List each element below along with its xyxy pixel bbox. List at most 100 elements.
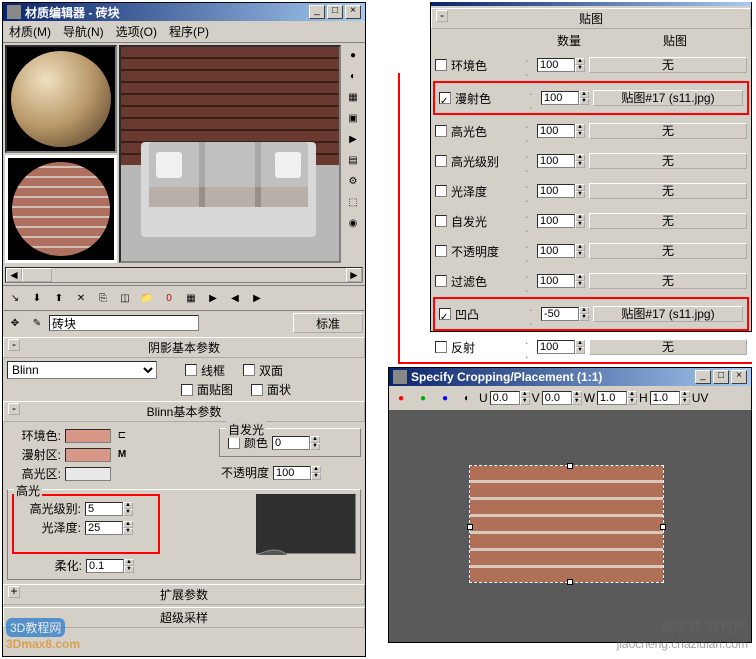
diffuse-map-button[interactable]: M [115,448,129,462]
map-column-header: 贴图 [603,32,747,49]
map-amount-spinner[interactable]: ▲▼ [537,244,585,258]
reset-icon[interactable]: ✕ [71,288,91,308]
glossiness-map-button[interactable] [137,521,151,535]
ambient-lock-icon[interactable]: ⊏ [115,429,129,443]
menu-nav[interactable]: 导航(N) [63,23,104,40]
soften-spinner[interactable]: ▲▼ [86,559,134,573]
map-amount-spinner[interactable]: ▲▼ [541,91,589,105]
map-amount-spinner[interactable]: ▲▼ [537,154,585,168]
opacity-map-button[interactable] [325,466,339,480]
go-parent-icon[interactable]: ◀ [225,288,245,308]
minimize-button[interactable]: _ [309,5,325,19]
blue-icon[interactable]: ● [435,388,455,408]
show-in-viewport-icon[interactable]: ▦ [181,288,201,308]
map-slot-button[interactable]: 无 [589,123,747,139]
map-amount-spinner[interactable]: ▲▼ [537,58,585,72]
diffuse-swatch[interactable] [65,448,111,462]
w-spinner[interactable]: ▲▼ [597,391,637,405]
get-material-icon[interactable]: ↘ [5,288,25,308]
h-spinner[interactable]: ▲▼ [650,391,690,405]
wireframe-checkbox[interactable] [185,364,197,376]
show-end-result-icon[interactable]: ▶ [203,288,223,308]
map-row: 环境色 . . ▲▼ 无 [431,50,751,80]
u-spinner[interactable]: ▲▼ [490,391,530,405]
map-slot-button[interactable]: 无 [589,57,747,73]
slot-scrollbar[interactable]: ◄► [5,267,363,283]
menu-options[interactable]: 选项(O) [116,23,157,40]
material-id-icon[interactable]: 0 [159,288,179,308]
alpha-icon[interactable]: ◐ [457,388,477,408]
video-check-icon[interactable]: ▶ [343,129,363,149]
crop-close-button[interactable]: × [731,370,747,384]
material-type-button[interactable]: 标准 [293,313,363,333]
opacity-spinner[interactable]: ▲▼ [273,466,321,480]
map-slot-button[interactable]: 无 [589,183,747,199]
map-row: 不透明度 . . ▲▼ 无 [431,236,751,266]
maps-panel-header[interactable]: -贴图 [431,8,751,29]
crop-canvas[interactable] [389,410,751,642]
ambient-swatch[interactable] [65,429,111,443]
make-copy-icon[interactable]: ⎘ [93,288,113,308]
map-enable-checkbox[interactable] [439,308,451,320]
maximize-button[interactable]: □ [327,5,343,19]
glossiness-spinner[interactable]: ▲▼ [85,521,133,535]
self-illum-map-button[interactable] [324,436,338,450]
crop-maximize-button[interactable]: □ [713,370,729,384]
color-checkbox[interactable] [228,437,240,449]
green-icon[interactable]: ● [413,388,433,408]
specular-swatch[interactable] [65,467,111,481]
shader-panel-header[interactable]: -阴影基本参数 [3,337,365,358]
material-slot-1[interactable] [5,45,117,153]
preview-render[interactable] [119,45,341,263]
sample-uv-icon[interactable]: ▣ [343,108,363,128]
background-icon[interactable]: ▦ [343,87,363,107]
map-amount-spinner[interactable]: ▲▼ [537,340,585,354]
map-amount-spinner[interactable]: ▲▼ [541,307,589,321]
map-slot-button[interactable]: 无 [589,213,747,229]
map-enable-checkbox[interactable] [435,59,447,71]
sample-type-icon[interactable]: ● [343,45,363,65]
dropper-icon[interactable]: ✎ [27,313,47,333]
menu-material[interactable]: 材质(M) [9,23,51,40]
mat-effects-icon[interactable]: ◉ [343,213,363,233]
map-amount-spinner[interactable]: ▲▼ [537,274,585,288]
self-illum-label: 自发光 [226,421,266,438]
select-by-mat-icon[interactable]: ⬚ [343,192,363,212]
material-slot-2[interactable] [5,155,117,263]
map-slot-button[interactable]: 贴图#17 (s11.jpg) [593,90,743,106]
make-unique-icon[interactable]: ◫ [115,288,135,308]
map-slot-button[interactable]: 无 [589,339,747,355]
v-spinner[interactable]: ▲▼ [542,391,582,405]
put-to-library-icon[interactable]: 📁 [137,288,157,308]
two-sided-checkbox[interactable] [243,364,255,376]
backlight-icon[interactable]: ◐ [343,66,363,86]
map-slot-button[interactable]: 无 [589,243,747,259]
shader-dropdown[interactable]: Blinn [7,361,157,379]
spec-level-spinner[interactable]: ▲▼ [85,502,133,516]
pick-icon[interactable]: ✥ [5,313,25,333]
map-enable-checkbox[interactable] [439,92,451,104]
facemap-checkbox[interactable] [181,384,193,396]
map-amount-spinner[interactable]: ▲▼ [537,184,585,198]
go-forward-icon[interactable]: ▶ [247,288,267,308]
put-to-scene-icon[interactable]: ⬇ [27,288,47,308]
options-icon[interactable]: ⚙ [343,171,363,191]
faceted-checkbox[interactable] [251,384,263,396]
close-button[interactable]: × [345,5,361,19]
map-slot-button[interactable]: 无 [589,273,747,289]
assign-icon[interactable]: ⬆ [49,288,69,308]
map-amount-spinner[interactable]: ▲▼ [537,214,585,228]
make-preview-icon[interactable]: ▤ [343,150,363,170]
ext-params-header[interactable]: +扩展参数 [3,584,365,605]
menu-program[interactable]: 程序(P) [169,23,209,40]
specular-map-button[interactable] [115,467,129,481]
map-slot-button[interactable]: 无 [589,153,747,169]
rgb-icon[interactable]: ● [391,388,411,408]
self-illum-spinner[interactable]: ▲▼ [272,436,320,450]
spec-level-map-button[interactable] [137,502,151,516]
material-name-input[interactable] [49,315,199,331]
map-amount-spinner[interactable]: ▲▼ [537,124,585,138]
map-slot-button[interactable]: 贴图#17 (s11.jpg) [593,306,743,322]
crop-minimize-button[interactable]: _ [695,370,711,384]
blinn-panel-header[interactable]: -Blinn基本参数 [3,401,365,422]
